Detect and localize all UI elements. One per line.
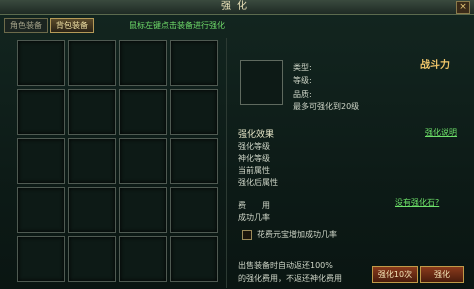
equipment-slot[interactable] — [17, 187, 65, 233]
power-label: 战斗力 — [420, 60, 450, 71]
close-icon[interactable]: × — [456, 1, 470, 14]
tab-character-equipment[interactable]: 角色装备 — [4, 18, 48, 33]
hint-text: 鼠标左键点击装备进行强化 — [129, 21, 225, 30]
equipment-slot[interactable] — [119, 187, 167, 233]
quality-label: 品质: — [293, 90, 312, 99]
equipment-slot[interactable] — [17, 40, 65, 86]
target-item-slot[interactable] — [240, 60, 283, 105]
ingot-checkbox[interactable] — [242, 230, 252, 240]
equipment-slot[interactable] — [68, 187, 116, 233]
equipment-slot[interactable] — [119, 89, 167, 135]
equipment-slot[interactable] — [68, 236, 116, 282]
refund-note-line2: 的强化费用，不返还神化费用 — [238, 274, 342, 283]
equipment-slot[interactable] — [68, 138, 116, 184]
equipment-slot[interactable] — [119, 138, 167, 184]
effect-row: 神化等级 — [238, 154, 270, 163]
enhance-button[interactable]: 强化 — [420, 266, 464, 283]
equipment-slot[interactable] — [17, 138, 65, 184]
equipment-slot[interactable] — [17, 236, 65, 282]
equipment-grid — [17, 40, 218, 282]
cost-label: 费 用 — [238, 201, 270, 210]
equipment-slot[interactable] — [119, 40, 167, 86]
no-stone-link[interactable]: 没有强化石? — [395, 197, 439, 208]
effect-row: 强化等级 — [238, 142, 270, 151]
equipment-slot[interactable] — [119, 236, 167, 282]
success-rate-label: 成功几率 — [238, 213, 270, 222]
equipment-slot[interactable] — [170, 40, 218, 86]
type-label: 类型: — [293, 63, 312, 72]
effects-header: 强化效果 — [238, 130, 275, 140]
equipment-slot[interactable] — [170, 89, 218, 135]
enhance-ten-button[interactable]: 强化10次 — [372, 266, 418, 283]
effect-row: 当前属性 — [238, 166, 270, 175]
effect-row: 强化后属性 — [238, 178, 278, 187]
equipment-slot[interactable] — [17, 89, 65, 135]
equipment-slot[interactable] — [68, 89, 116, 135]
enhance-help-link[interactable]: 强化说明 — [425, 127, 457, 138]
enhance-window: 强化 × 角色装备 背包装备 鼠标左键点击装备进行强化 战斗力 类型: 等级: … — [0, 0, 474, 289]
equipment-slot[interactable] — [170, 236, 218, 282]
ingot-checkbox-label: 花费元宝增加成功几率 — [257, 230, 337, 239]
enhance-panel: 战斗力 类型: 等级: 品质: 最多可强化到20级 强化效果 强化说明 强化等级… — [229, 36, 474, 289]
equipment-slot[interactable] — [68, 40, 116, 86]
equipment-slot[interactable] — [170, 138, 218, 184]
equipment-slot[interactable] — [170, 187, 218, 233]
panel-divider — [226, 38, 227, 288]
tab-bag-equipment[interactable]: 背包装备 — [50, 18, 94, 33]
level-label: 等级: — [293, 76, 312, 85]
max-enhance-text: 最多可强化到20级 — [293, 102, 360, 111]
refund-note-line1: 出售装备时自动返还100% — [238, 261, 333, 270]
window-title: 强化 — [221, 1, 253, 12]
